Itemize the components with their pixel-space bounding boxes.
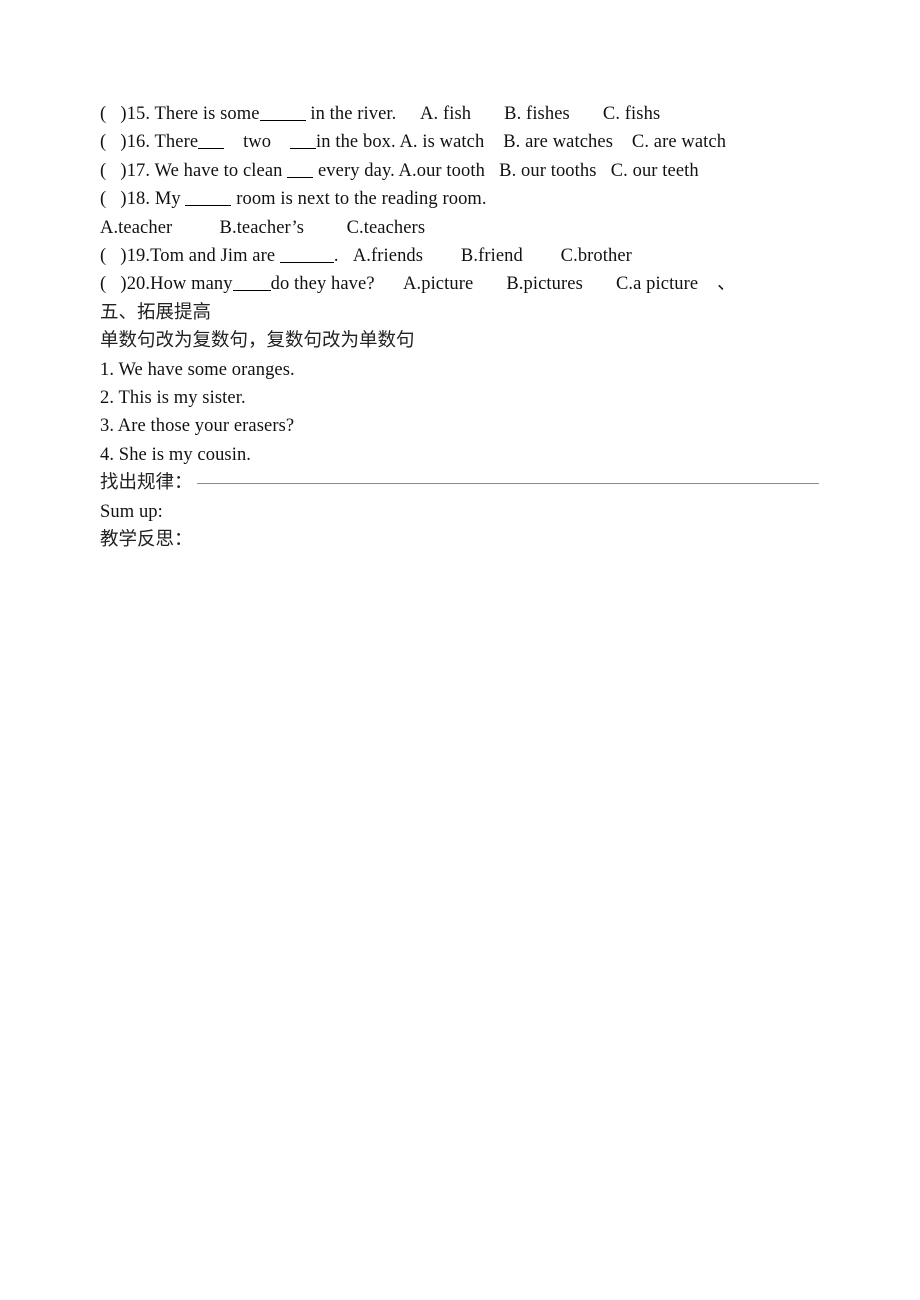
q19-option-a[interactable]: A.friends: [353, 242, 423, 270]
answer-blank[interactable]: [279, 262, 334, 264]
question-18: ( )18. My room is next to the reading ro…: [100, 185, 860, 213]
answer-blank[interactable]: [259, 120, 306, 121]
question-16: ( )16. There two in the box. A. is watch…: [100, 128, 860, 156]
q19-option-b[interactable]: B.friend: [461, 242, 523, 270]
find-rule-answer-line[interactable]: [196, 483, 819, 485]
q18-option-a[interactable]: A.teacher: [100, 214, 172, 242]
sentence-3: 3. Are those your erasers?: [100, 416, 295, 437]
q18-option-c[interactable]: C.teachers: [347, 214, 426, 242]
q16-option-b[interactable]: B. are watches: [503, 128, 613, 156]
answer-blank[interactable]: [198, 148, 225, 150]
sum-up-label: Sum up:: [100, 501, 163, 522]
answer-blank[interactable]: [287, 176, 314, 178]
q20-option-b[interactable]: B.pictures: [506, 270, 583, 298]
q19-stem: ( )19.Tom and Jim are: [100, 246, 276, 267]
q20-stem: ( )20.How many: [100, 274, 233, 295]
teaching-reflection-label: 教学反思：: [100, 529, 193, 551]
q20-trailing-mark: 、: [717, 274, 736, 295]
question-17: ( )17. We have to clean every day. A.our…: [100, 157, 860, 185]
answer-blank-2[interactable]: [290, 148, 317, 150]
question-15: ( )15. There is some in the river. A. fi…: [100, 100, 860, 128]
q20-tail: do they have?: [270, 274, 375, 295]
section-five-instruction: 单数句改为复数句，复数句改为单数句: [100, 330, 415, 352]
sentence-1: 1. We have some oranges.: [100, 359, 295, 380]
answer-blank[interactable]: [232, 290, 271, 292]
q17-option-b[interactable]: B. our tooths: [499, 157, 596, 185]
q16-mid: two: [243, 132, 272, 153]
q18-option-b[interactable]: B.teacher’s: [220, 214, 305, 242]
q17-stem: ( )17. We have to clean: [100, 160, 283, 181]
q20-option-a[interactable]: A.picture: [403, 270, 473, 298]
find-rule-row: 找出规律：: [100, 469, 860, 497]
q16-option-c[interactable]: C. are watch: [632, 128, 726, 156]
sentence-4: 4. She is my cousin.: [100, 444, 252, 465]
q15-option-a[interactable]: A. fish: [420, 100, 471, 128]
q16-stem: ( )16. There: [100, 132, 199, 153]
question-18-options: A.teacher B.teacher’s C.teachers: [100, 214, 860, 242]
worksheet-content: ( )15. There is some in the river. A. fi…: [100, 100, 860, 555]
answer-blank[interactable]: [185, 205, 232, 207]
sentence-2: 2. This is my sister.: [100, 388, 246, 409]
q15-option-b[interactable]: B. fishes: [504, 100, 570, 128]
q15-stem: ( )15. There is some: [100, 104, 260, 124]
question-20: ( )20.How many do they have? A.picture B.…: [100, 270, 860, 298]
q15-option-c[interactable]: C. fishs: [603, 100, 660, 128]
q15-tail-text: in the river.: [310, 104, 397, 124]
document-page: ( )15. There is some in the river. A. fi…: [0, 0, 920, 1300]
q17-tail: every day. A.our tooth: [317, 160, 485, 181]
q18-tail: room is next to the reading room.: [236, 189, 487, 210]
q17-option-c[interactable]: C. our teeth: [611, 157, 699, 185]
question-19: ( )19.Tom and Jim are . A.friends B.frie…: [100, 242, 860, 270]
q19-option-c[interactable]: C.brother: [561, 242, 632, 270]
find-rule-label: 找出规律：: [100, 472, 193, 494]
q20-option-c[interactable]: C.a picture: [616, 270, 698, 298]
q18-stem: ( )18. My: [100, 189, 181, 210]
q16-tail: in the box. A. is watch: [316, 132, 485, 153]
section-five-heading: 五、拓展提高: [100, 301, 212, 323]
